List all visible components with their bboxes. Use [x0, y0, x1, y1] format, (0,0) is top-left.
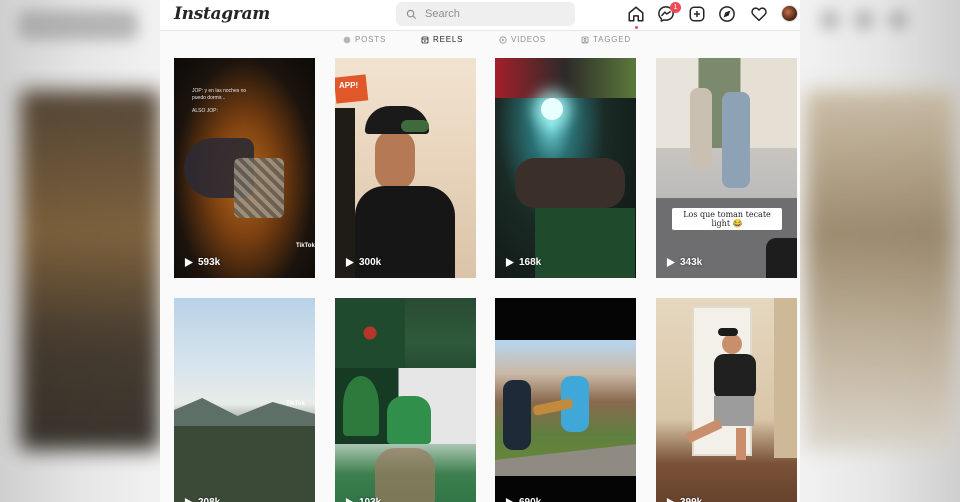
explore-icon[interactable] — [718, 5, 736, 23]
tab-posts[interactable]: POSTS — [343, 35, 386, 44]
search-icon — [406, 9, 417, 19]
new-post-icon[interactable] — [688, 5, 706, 23]
view-count-value: 690k — [519, 497, 541, 502]
play-icon — [666, 258, 675, 267]
profile-tabs: POSTS REELS VIDEOS TAGGED — [160, 31, 800, 51]
reel-tile[interactable]: 103k — [335, 298, 476, 502]
play-icon — [345, 258, 354, 267]
instagram-logo[interactable]: Instagram — [174, 4, 270, 24]
instagram-profile-page: Instagram 1 POSTS REEL — [160, 0, 800, 502]
tiktok-watermark: TikTok — [296, 243, 315, 249]
blurred-backdrop-logo — [18, 10, 138, 40]
tagged-icon — [581, 36, 589, 43]
play-icon — [345, 498, 354, 502]
reel-caption: Los que toman tecate light 😂 — [672, 208, 782, 230]
reel-sign-text: APP! — [339, 81, 359, 90]
reel-tile[interactable]: Los que toman tecate light 😂 343k — [656, 58, 797, 278]
profile-avatar[interactable] — [781, 5, 798, 22]
view-count-value: 343k — [680, 257, 703, 268]
reel-caption-line: JOP: y en las noches no — [192, 88, 247, 94]
search-box[interactable] — [396, 2, 575, 26]
reel-tile[interactable]: 399k — [656, 298, 797, 502]
view-count-value: 208k — [198, 497, 220, 502]
tab-reels[interactable]: REELS — [421, 35, 463, 44]
view-count-value: 168k — [519, 257, 542, 268]
search-input[interactable] — [425, 8, 565, 20]
reel-view-count: 103k — [345, 497, 381, 502]
reel-tile[interactable]: 168k — [495, 58, 636, 278]
reel-caption-line: puedo dormir... — [192, 95, 226, 101]
blurred-backdrop-icons — [820, 10, 950, 40]
view-count-value: 593k — [198, 257, 221, 268]
reel-view-count: 300k — [345, 257, 381, 268]
reel-tile[interactable]: 690k — [495, 298, 636, 502]
reel-tile[interactable]: APP! 300k — [335, 58, 476, 278]
top-navigation-bar: Instagram 1 — [160, 0, 800, 31]
play-icon — [184, 258, 193, 267]
tab-tagged-label: TAGGED — [593, 35, 631, 44]
reel-caption-line: ALSO JOP: — [192, 108, 218, 114]
home-icon[interactable] — [627, 5, 645, 23]
reel-view-count: 593k — [184, 257, 220, 268]
reel-view-count: 168k — [505, 257, 541, 268]
tab-videos-label: VIDEOS — [511, 35, 547, 44]
reel-view-count: 343k — [666, 257, 702, 268]
reel-view-count: 399k — [666, 497, 702, 502]
blurred-backdrop-left-panel — [20, 90, 160, 450]
play-icon — [505, 258, 514, 267]
play-icon — [666, 498, 675, 502]
tab-tagged[interactable]: TAGGED — [581, 35, 631, 44]
home-active-indicator — [635, 26, 638, 29]
reel-tile[interactable]: TikTok 208k — [174, 298, 315, 502]
tab-posts-label: POSTS — [355, 35, 387, 44]
reels-icon — [421, 36, 429, 43]
activity-heart-icon[interactable] — [750, 5, 768, 23]
blurred-backdrop-right-panel — [805, 90, 955, 450]
grid-icon — [343, 36, 351, 43]
reel-view-count: 690k — [505, 497, 541, 502]
reel-tile[interactable]: JOP: y en las noches no puedo dormir... … — [174, 58, 315, 278]
tab-reels-label: REELS — [433, 35, 464, 44]
reel-view-count: 208k — [184, 497, 220, 502]
tab-videos[interactable]: VIDEOS — [499, 35, 546, 44]
video-icon — [499, 35, 507, 44]
messages-count-badge: 1 — [670, 2, 681, 13]
view-count-value: 103k — [359, 497, 381, 502]
tiktok-watermark: TikTok — [286, 401, 305, 407]
play-icon — [505, 498, 514, 502]
view-count-value: 399k — [680, 497, 702, 502]
view-count-value: 300k — [359, 257, 382, 268]
play-icon — [184, 498, 193, 502]
